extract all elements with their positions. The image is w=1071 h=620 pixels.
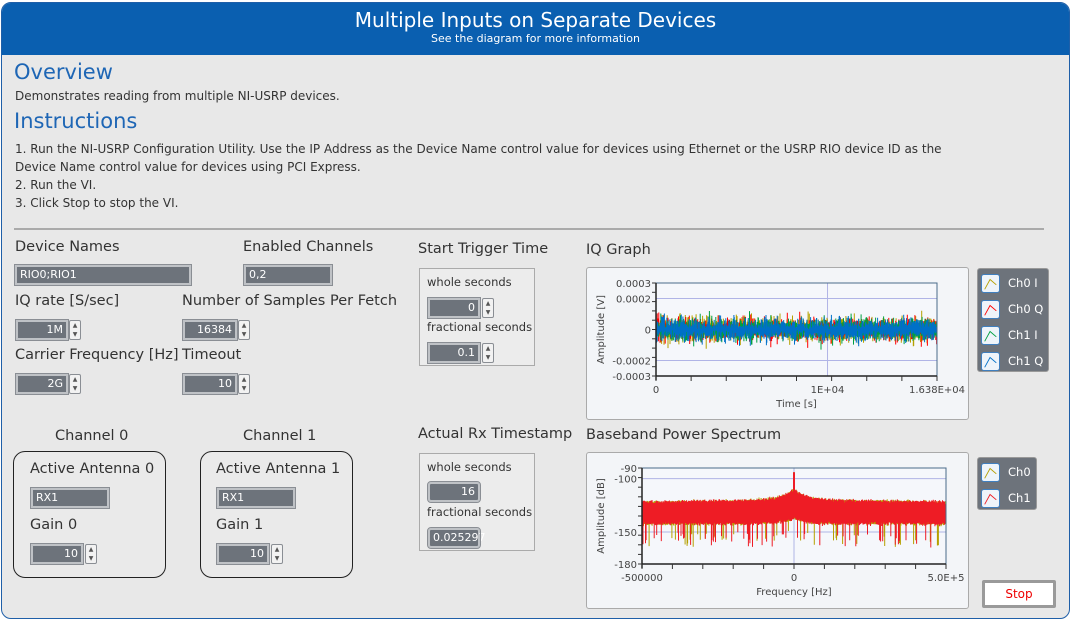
legend-label: Ch0 <box>1008 465 1031 479</box>
plot-style-icon <box>981 488 1000 508</box>
spectrum-title: Baseband Power Spectrum <box>586 427 782 443</box>
legend-label: Ch0 I <box>1008 276 1038 290</box>
spectrum-graph: -90-100 -150 -180 -500000 0 5.0E+5 Frequency [… <box>596 464 965 598</box>
samples-per-fetch-input[interactable]: 16384 <box>182 319 238 341</box>
iq-graph: 0.00030.00020-0.0002-0.00030 1E+04 1.638E+… <box>596 279 965 410</box>
instruction-line: 3. Click Stop to stop the VI. <box>15 196 179 210</box>
iq-rate-input[interactable]: 1M <box>15 319 69 341</box>
x-tick-label: 5.0E+5 <box>928 573 965 584</box>
y-tick-label: -90 <box>621 464 637 475</box>
plot-style-icon <box>981 299 1000 319</box>
rx-timestamp-label: Actual Rx Timestamp <box>418 426 573 442</box>
iq-graph-frame: 0.0003 0.0002 0 -0.0002 -0.0003 0 1E+04 1.638E+… <box>586 267 969 420</box>
y-tick-label: -100 <box>614 475 637 486</box>
timeout-input[interactable]: 10 <box>182 373 238 395</box>
plot-style-icon <box>981 462 1000 482</box>
iq-graph-legend: Ch0 I Ch0 Q Ch1 I Ch1 Q <box>977 268 1049 372</box>
x-tick-label: -500000 <box>621 573 663 584</box>
window-title: Multiple Inputs on Separate Devices <box>354 8 717 32</box>
y-tick-label: 0.0003 <box>616 279 651 290</box>
legend-ch1[interactable]: Ch1 <box>978 485 1036 511</box>
x-tick-label: 0 <box>791 573 797 584</box>
start-whole-input[interactable]: 0 <box>427 297 481 319</box>
timeout-label: Timeout <box>182 347 242 363</box>
y-tick-label: 0.0002 <box>616 295 651 306</box>
instruction-line: 2. Run the VI. <box>15 178 97 192</box>
start-frac-label: fractional seconds <box>427 320 533 334</box>
title-bar: Multiple Inputs on Separate Devices See … <box>2 3 1069 55</box>
start-whole-stepper[interactable]: ▲ ▼ <box>482 298 494 318</box>
carrier-frequency-label: Carrier Frequency [Hz] <box>15 347 179 363</box>
y-tick-label: -150 <box>614 528 637 539</box>
rx-frac-indicator: 0.025297 <box>427 527 486 549</box>
y-axis-label: Amplitude [V] <box>596 295 607 364</box>
legend-ch1-q[interactable]: Ch1 Q <box>978 348 1048 374</box>
x-axis-label: Time [s] <box>775 399 817 410</box>
carrier-frequency-input[interactable]: 2G <box>15 373 69 395</box>
plot-style-icon <box>981 351 1000 371</box>
plot-style-icon <box>981 273 1000 293</box>
start-frac-input[interactable]: 0.1 <box>427 342 481 364</box>
start-trigger-label: Start Trigger Time <box>418 241 549 257</box>
x-tick-label: 1.638E+04 <box>909 385 965 396</box>
carrier-frequency-stepper[interactable]: ▲ ▼ <box>69 374 81 394</box>
x-tick-label: 0 <box>653 385 659 396</box>
y-axis-label: Amplitude [dB] <box>596 478 607 554</box>
enabled-channels-label: Enabled Channels <box>243 239 374 255</box>
timeout-stepper[interactable]: ▲ ▼ <box>238 374 250 394</box>
samples-per-fetch-stepper[interactable]: ▲ ▼ <box>238 320 250 340</box>
window-subtitle: See the diagram for more information <box>431 32 640 45</box>
legend-label: Ch0 Q <box>1008 302 1044 316</box>
rx-whole-indicator: 16 <box>427 481 481 503</box>
iq-rate-label: IQ rate [S/sec] <box>15 293 120 309</box>
device-names-input[interactable]: RIO0;RIO1 <box>14 264 192 286</box>
device-names-label: Device Names <box>15 239 120 255</box>
overview-heading: Overview <box>14 60 113 84</box>
channel-1-title: Channel 1 <box>243 428 317 444</box>
active-antenna-0-label: Active Antenna 0 <box>30 461 155 477</box>
x-axis-label: Frequency [Hz] <box>756 587 832 598</box>
active-antenna-0-input[interactable]: RX1 <box>30 487 110 509</box>
channel-0-title: Channel 0 <box>55 428 129 444</box>
active-antenna-1-input[interactable]: RX1 <box>216 487 296 509</box>
spectrum-frame: -90 -100 -150 -180 -500000 0 5.0E+5 Frequency [… <box>586 452 969 609</box>
start-whole-label: whole seconds <box>427 275 512 289</box>
gain-1-stepper[interactable]: ▲ ▼ <box>271 544 283 564</box>
legend-label: Ch1 Q <box>1008 354 1044 368</box>
legend-ch0[interactable]: Ch0 <box>978 459 1036 485</box>
start-frac-stepper[interactable]: ▲ ▼ <box>482 343 494 363</box>
plot-style-icon <box>981 325 1000 345</box>
instructions-list: 1. Run the NI-USRP Configuration Utility… <box>15 140 942 212</box>
iq-graph-title: IQ Graph <box>586 242 651 258</box>
instruction-line: 1. Run the NI-USRP Configuration Utility… <box>15 142 942 156</box>
legend-label: Ch1 <box>1008 491 1031 505</box>
legend-ch1-i[interactable]: Ch1 I <box>978 322 1048 348</box>
y-tick-label: -0.0003 <box>612 372 651 383</box>
instructions-heading: Instructions <box>14 109 138 133</box>
enabled-channels-input[interactable]: 0,2 <box>243 264 333 286</box>
y-tick-label: -0.0002 <box>612 357 651 368</box>
instruction-line: Device Name control value for devices us… <box>15 160 361 174</box>
iq-rate-stepper[interactable]: ▲ ▼ <box>69 320 81 340</box>
spectrum-legend: Ch0 Ch1 <box>977 457 1037 510</box>
stop-button[interactable]: Stop <box>982 580 1056 608</box>
gain-0-input[interactable]: 10 <box>30 543 84 565</box>
y-tick-label: 0 <box>645 326 651 337</box>
legend-label: Ch1 I <box>1008 328 1038 342</box>
legend-ch0-q[interactable]: Ch0 Q <box>978 296 1048 322</box>
gain-0-label: Gain 0 <box>30 517 78 533</box>
gain-1-label: Gain 1 <box>216 517 264 533</box>
samples-per-fetch-label: Number of Samples Per Fetch <box>182 293 398 309</box>
rx-frac-label: fractional seconds <box>427 505 533 519</box>
divider <box>14 228 1044 230</box>
legend-ch0-i[interactable]: Ch0 I <box>978 270 1048 296</box>
active-antenna-1-label: Active Antenna 1 <box>216 461 341 477</box>
y-tick-label: -180 <box>614 560 637 571</box>
x-tick-label: 1E+04 <box>811 385 845 396</box>
gain-0-stepper[interactable]: ▲ ▼ <box>85 544 97 564</box>
rx-whole-label: whole seconds <box>427 460 512 474</box>
gain-1-input[interactable]: 10 <box>216 543 270 565</box>
overview-text: Demonstrates reading from multiple NI-US… <box>15 89 340 103</box>
